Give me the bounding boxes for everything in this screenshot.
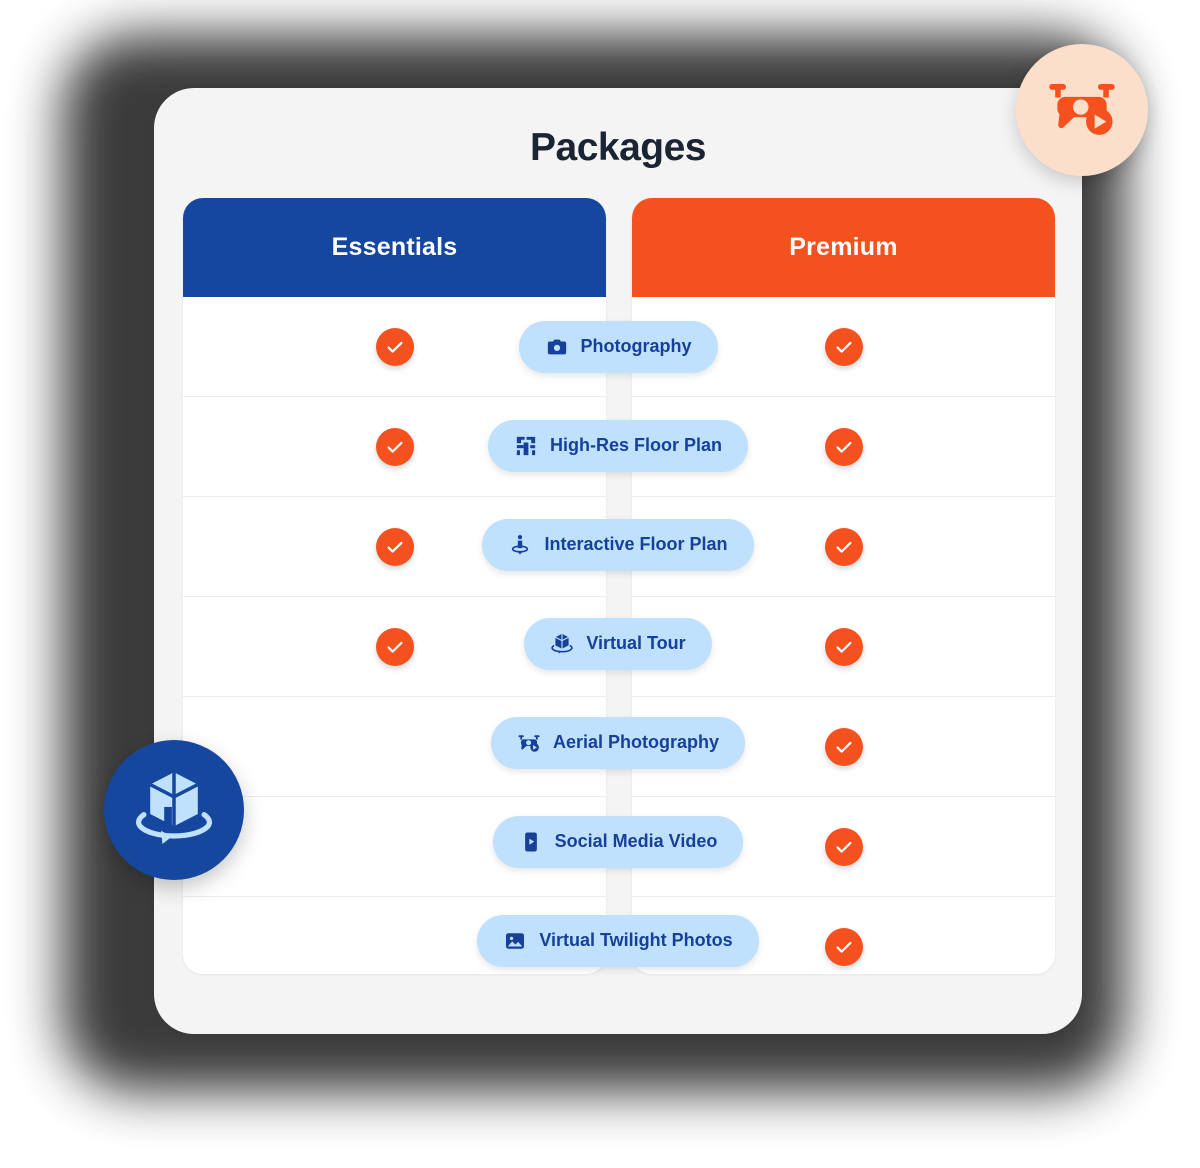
feature-pill-photography[interactable]: Photography [518,320,718,373]
check-icon [824,727,863,766]
check-icon [375,327,414,366]
badge-aerial-video [1016,44,1148,176]
screenshot-root: Packages Essentials Premium Photography … [0,0,1200,1168]
cube-rotate-icon [550,632,574,656]
check-icon [824,327,863,366]
column-header-essentials[interactable]: Essentials [183,198,606,297]
drone-video-icon [1045,71,1119,150]
feature-label: Virtual Twilight Photos [539,930,733,950]
check-icon [375,427,414,466]
floor-plan-icon [514,434,538,458]
phone-play-icon [519,830,543,854]
feature-pill-interactive-floor-plan[interactable]: Interactive Floor Plan [482,518,754,571]
check-icon [375,627,414,666]
feature-label: Interactive Floor Plan [544,534,728,554]
feature-label: Virtual Tour [586,633,686,653]
cube-rotate-icon [132,766,216,855]
camera-icon [545,335,569,359]
feature-label: Photography [580,336,692,356]
badge-virtual-tour [104,740,244,880]
feature-pill-aerial-photography[interactable]: Aerial Photography [490,716,746,769]
feature-pill-high-res-floor-plan[interactable]: High-Res Floor Plan [487,419,748,472]
page-title: Packages [530,126,706,169]
column-header-premium[interactable]: Premium [632,198,1055,297]
location-person-icon [508,533,532,557]
check-icon [824,627,863,666]
check-icon [375,527,414,566]
check-icon [824,927,863,966]
feature-pill-virtual-tour[interactable]: Virtual Tour [524,617,712,670]
packages-card: Packages Essentials Premium Photography … [154,88,1082,1034]
drone-icon [517,731,541,755]
feature-pill-social-media-video[interactable]: Social Media Video [492,815,744,868]
feature-label: Social Media Video [554,831,718,851]
image-icon [503,929,527,953]
check-icon [824,527,863,566]
feature-label: High-Res Floor Plan [549,435,722,455]
feature-pill-virtual-twilight-photos[interactable]: Virtual Twilight Photos [477,914,759,967]
check-icon [824,427,863,466]
check-icon [824,827,863,866]
feature-label: Aerial Photography [552,732,720,752]
